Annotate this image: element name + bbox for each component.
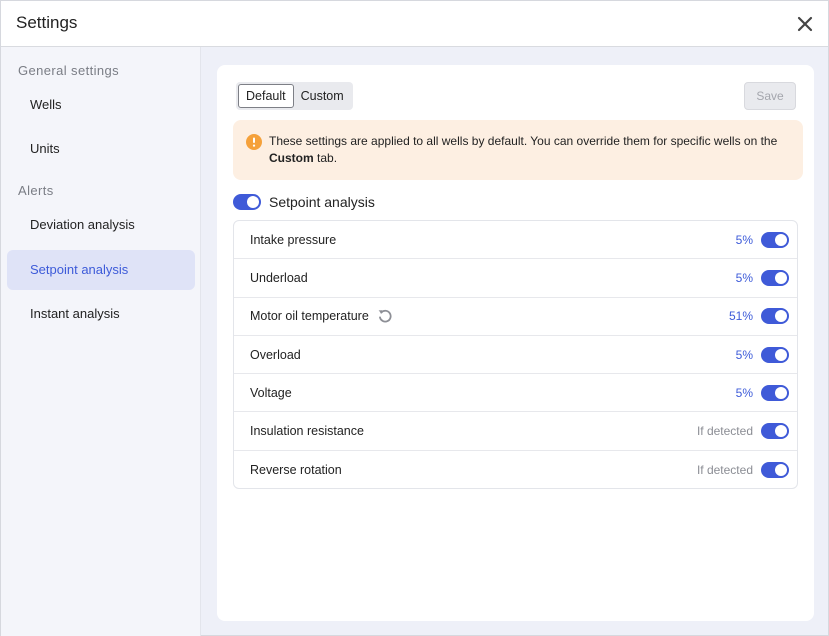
row-label: Reverse rotation [250, 462, 342, 477]
sidebar-item-instant-analysis[interactable]: Instant analysis [7, 294, 195, 334]
toggle-knob [775, 233, 787, 246]
sidebar: General settings Wells Units Alerts Devi… [1, 47, 201, 636]
list-item-insulation-resistance: Insulation resistance If detected [234, 412, 797, 451]
threshold-value[interactable]: 5% [736, 348, 753, 362]
toggle-knob [775, 425, 787, 438]
info-notice: These settings are applied to all wells … [233, 120, 803, 180]
setpoint-analysis-master: Setpoint analysis [233, 193, 375, 211]
list-item-overload: Overload 5% [234, 336, 797, 375]
settings-window: Settings General settings Wells Units Al… [0, 0, 829, 636]
settings-panel: Default Custom Save These settings are a… [217, 65, 814, 621]
row-controls: 5% [736, 374, 789, 411]
row-toggle[interactable] [761, 461, 789, 478]
row-controls: 51% [729, 298, 789, 335]
threshold-value: If detected [696, 424, 753, 439]
row-label: Intake pressure [250, 232, 337, 247]
row-controls: 5% [736, 259, 789, 296]
row-toggle[interactable] [761, 269, 789, 286]
list-item-intake-pressure: Intake pressure 5% [234, 221, 797, 260]
sidebar-item-setpoint-analysis[interactable]: Setpoint analysis [7, 250, 195, 290]
list-item-underload: Underload 5% [234, 259, 797, 298]
row-toggle[interactable] [761, 231, 789, 248]
sidebar-item-deviation-analysis[interactable]: Deviation analysis [7, 205, 195, 245]
master-toggle[interactable] [233, 194, 261, 210]
row-toggle[interactable] [761, 346, 789, 363]
row-label: Motor oil temperature [250, 309, 369, 324]
toggle-knob [775, 386, 787, 399]
reset-icon[interactable] [377, 308, 393, 324]
warning-icon [246, 134, 262, 150]
threshold-value[interactable]: 51% [729, 309, 753, 323]
row-label: Insulation resistance [250, 424, 364, 439]
row-label: Voltage [250, 385, 292, 400]
toggle-knob [247, 196, 259, 208]
toggle-knob [775, 348, 787, 361]
threshold-value: If detected [696, 462, 753, 477]
tab-switcher: Default Custom [236, 82, 353, 110]
threshold-value[interactable]: 5% [736, 386, 753, 400]
row-controls: 5% [736, 336, 789, 373]
list-item-reverse-rotation: Reverse rotation If detected [234, 451, 797, 488]
title-bar: Settings [1, 1, 828, 47]
master-toggle-label: Setpoint analysis [269, 194, 375, 210]
alerts-list: Intake pressure 5% Underload 5% Motor oi… [233, 220, 798, 489]
toggle-knob [775, 310, 787, 323]
notice-text-after: tab. [313, 150, 338, 165]
close-icon[interactable] [796, 15, 814, 33]
window-title: Settings [16, 13, 78, 32]
notice-text-before: These settings are applied to all wells … [269, 134, 778, 148]
notice-text: These settings are applied to all wells … [269, 133, 789, 166]
row-toggle[interactable] [761, 308, 789, 325]
sidebar-item-wells[interactable]: Wells [7, 85, 195, 125]
row-toggle[interactable] [761, 384, 789, 401]
row-controls: If detected [697, 412, 789, 449]
sidebar-section-general: General settings [18, 63, 120, 78]
threshold-value[interactable]: 5% [736, 271, 753, 285]
toggle-knob [775, 463, 787, 476]
row-toggle[interactable] [761, 423, 789, 440]
row-label: Overload [250, 347, 301, 362]
row-controls: If detected [696, 451, 789, 488]
save-button[interactable]: Save [744, 82, 796, 110]
toggle-knob [775, 271, 787, 284]
tab-default[interactable]: Default [238, 84, 294, 108]
row-controls: 5% [736, 221, 789, 258]
tab-custom[interactable]: Custom [294, 84, 351, 108]
sidebar-item-units[interactable]: Units [7, 129, 195, 169]
notice-text-bold: Custom [269, 150, 314, 165]
row-label: Underload [250, 270, 308, 285]
threshold-value[interactable]: 5% [736, 233, 753, 247]
list-item-motor-oil-temperature: Motor oil temperature 51% [234, 298, 797, 336]
sidebar-section-alerts: Alerts [18, 183, 54, 198]
list-item-voltage: Voltage 5% [234, 374, 797, 413]
